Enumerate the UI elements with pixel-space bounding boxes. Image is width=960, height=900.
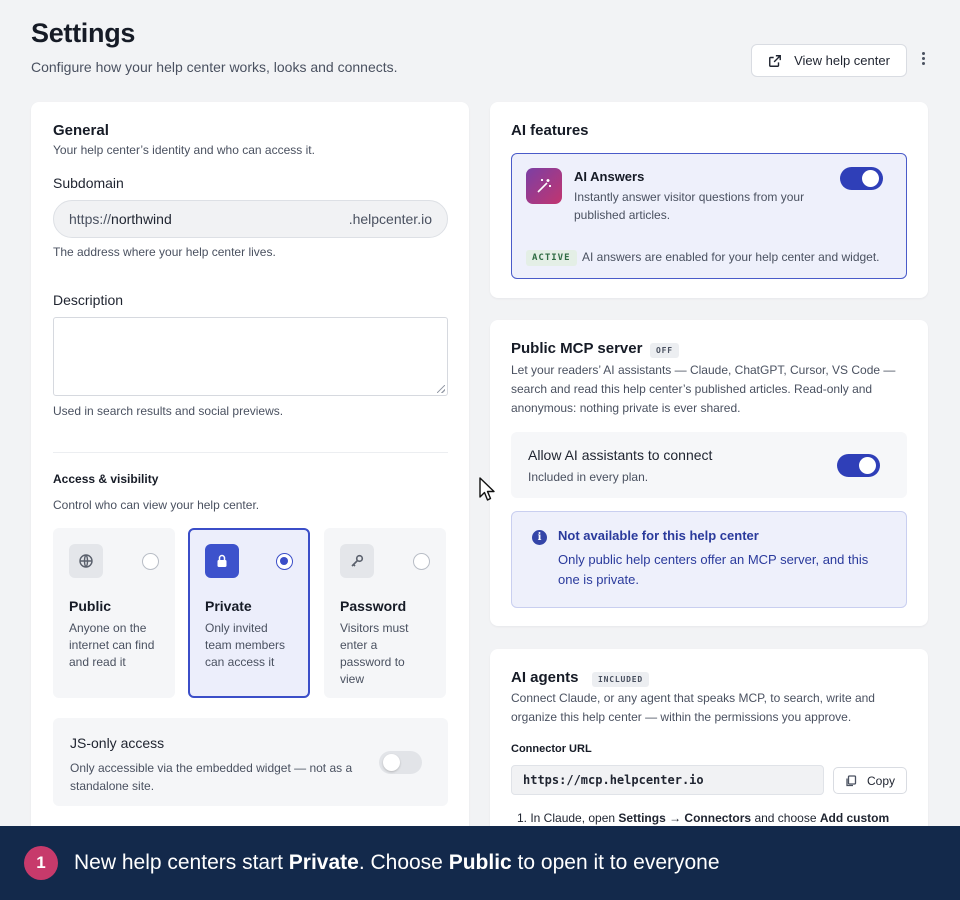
agents-badge: INCLUDED [592, 672, 649, 687]
page-title: Settings [31, 18, 136, 48]
mcp-desc: Let your readers’ AI assistants — Claude… [511, 363, 896, 415]
js-only-access-row: JS-only access Only accessible via the e… [53, 718, 448, 806]
access-option-desc: Only invited team members can access it [205, 621, 286, 669]
connector-label: Connector URL [511, 743, 592, 755]
access-option-title: Password [340, 598, 407, 614]
allow-title: Allow AI assistants to connect [528, 447, 713, 463]
description-help: Used in search results and social previe… [53, 404, 284, 418]
section-divider [53, 452, 448, 453]
banner-text: New help centers start Private. Choose P… [74, 851, 720, 874]
ai-answers-desc: Instantly answer visitor questions from … [574, 190, 805, 222]
step-number-badge: 1 [24, 846, 58, 880]
subdomain-field[interactable]: https:// northwind .helpcenter.io [53, 200, 448, 238]
subdomain-suffix: .helpcenter.io [348, 211, 432, 227]
radio-password[interactable] [413, 553, 430, 570]
access-option-desc: Anyone on the internet can find and read… [69, 621, 155, 669]
magic-wand-icon [526, 168, 562, 204]
mcp-title: Public MCP server [511, 340, 643, 357]
description-label: Description [53, 292, 124, 308]
mouse-cursor-icon [479, 477, 495, 501]
access-subtitle: Control who can view your help center. [53, 498, 260, 512]
lock-icon [205, 544, 239, 578]
info-icon: i [532, 530, 547, 545]
ai-agents-card: AI agents INCLUDED Connect Claude, or an… [490, 649, 928, 849]
description-textarea[interactable] [53, 317, 448, 396]
external-link-icon [769, 54, 782, 67]
general-subtitle: Your help center’s identity and who can … [53, 143, 315, 157]
connector-url-field[interactable]: https://mcp.helpcenter.io [511, 765, 824, 795]
notice-title: Not available for this help center [558, 528, 759, 543]
tutorial-banner: 1 New help centers start Private. Choose… [0, 826, 960, 900]
agents-title: AI agents [511, 669, 579, 686]
copy-label: Copy [866, 773, 895, 788]
ai-answers-toggle[interactable] [840, 167, 883, 190]
allow-assistants-row: Allow AI assistants to connect Included … [511, 432, 907, 498]
subdomain-help: The address where your help center lives… [53, 245, 276, 259]
view-help-center-button[interactable]: View help center [751, 44, 907, 77]
mcp-server-card: Public MCP server OFF Let your readers’ … [490, 320, 928, 626]
globe-icon [69, 544, 103, 578]
notice-text: Only public help centers offer an MCP se… [558, 552, 869, 587]
view-help-center-label: View help center [794, 53, 890, 68]
general-card: General Your help center’s identity and … [31, 102, 469, 842]
allow-assistants-toggle[interactable] [837, 454, 880, 477]
status-badge: ACTIVE [526, 250, 577, 266]
access-option-desc: Visitors must enter a password to view [340, 621, 409, 686]
access-option-title: Public [69, 598, 112, 614]
page-subtitle: Configure how your help center works, lo… [31, 59, 398, 75]
subdomain-prefix: https:// [69, 211, 112, 227]
js-only-toggle[interactable] [379, 751, 422, 774]
ai-answers-title: AI Answers [574, 169, 645, 184]
ai-features-card: AI features AI Answers Instantly answer … [490, 102, 928, 298]
general-title: General [53, 122, 109, 139]
copy-button[interactable]: Copy [833, 767, 907, 794]
copy-icon [846, 774, 857, 786]
not-available-notice: i Not available for this help center Onl… [511, 511, 907, 608]
ai-answers-panel: AI Answers Instantly answer visitor ques… [511, 153, 907, 279]
allow-desc: Included in every plan. [528, 470, 649, 484]
key-icon [340, 544, 374, 578]
ai-answers-status: AI answers are enabled for your help cen… [582, 250, 880, 264]
connector-step-1: 1. In Claude, open Settings → Connectors… [517, 811, 890, 825]
access-option-password[interactable]: Password Visitors must enter a password … [324, 528, 446, 698]
js-only-desc: Only accessible via the embedded widget … [70, 761, 353, 793]
connector-url: https://mcp.helpcenter.io [523, 773, 704, 787]
mcp-status-badge: OFF [650, 343, 679, 358]
access-option-title: Private [205, 598, 252, 614]
radio-private[interactable] [276, 553, 293, 570]
js-only-title: JS-only access [70, 735, 165, 751]
more-options-icon[interactable] [915, 52, 931, 70]
resize-handle-icon[interactable] [437, 385, 445, 393]
access-option-private[interactable]: Private Only invited team members can ac… [188, 528, 310, 698]
subdomain-input[interactable]: northwind [111, 211, 172, 227]
radio-public[interactable] [142, 553, 159, 570]
access-option-public[interactable]: Public Anyone on the internet can find a… [53, 528, 175, 698]
subdomain-label: Subdomain [53, 175, 124, 191]
ai-features-title: AI features [511, 122, 589, 139]
agents-desc: Connect Claude, or any agent that speaks… [511, 691, 875, 724]
access-title: Access & visibility [53, 472, 159, 486]
